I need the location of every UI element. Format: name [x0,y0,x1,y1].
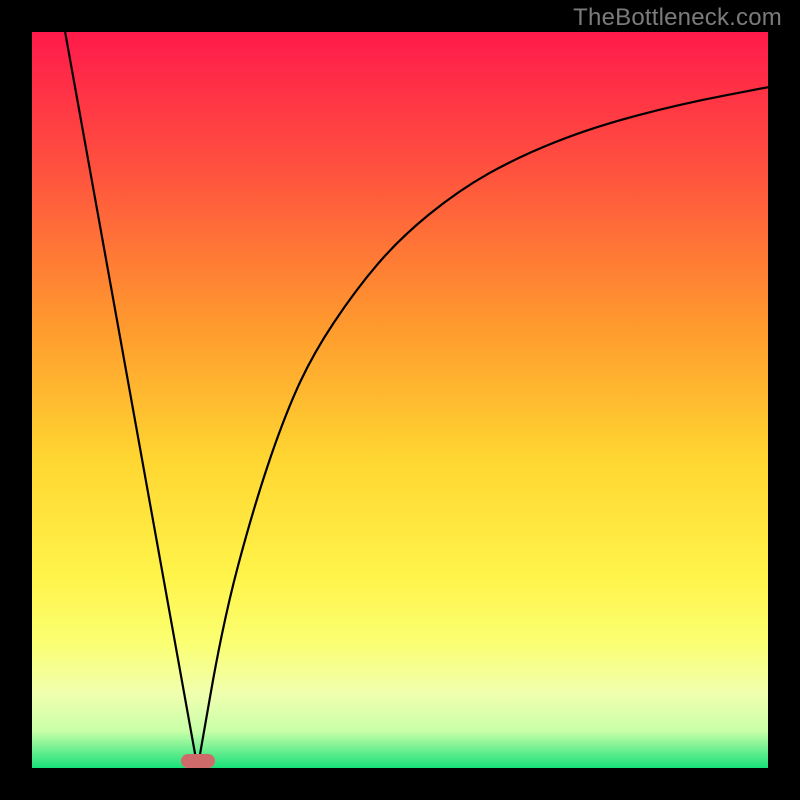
curve-layer [32,32,768,768]
watermark-text: TheBottleneck.com [573,4,782,32]
left-line-path [65,32,197,768]
optimum-marker [181,754,215,768]
chart-frame: TheBottleneck.com [0,0,800,800]
right-curve-path [198,87,768,768]
plot-area [32,32,768,768]
